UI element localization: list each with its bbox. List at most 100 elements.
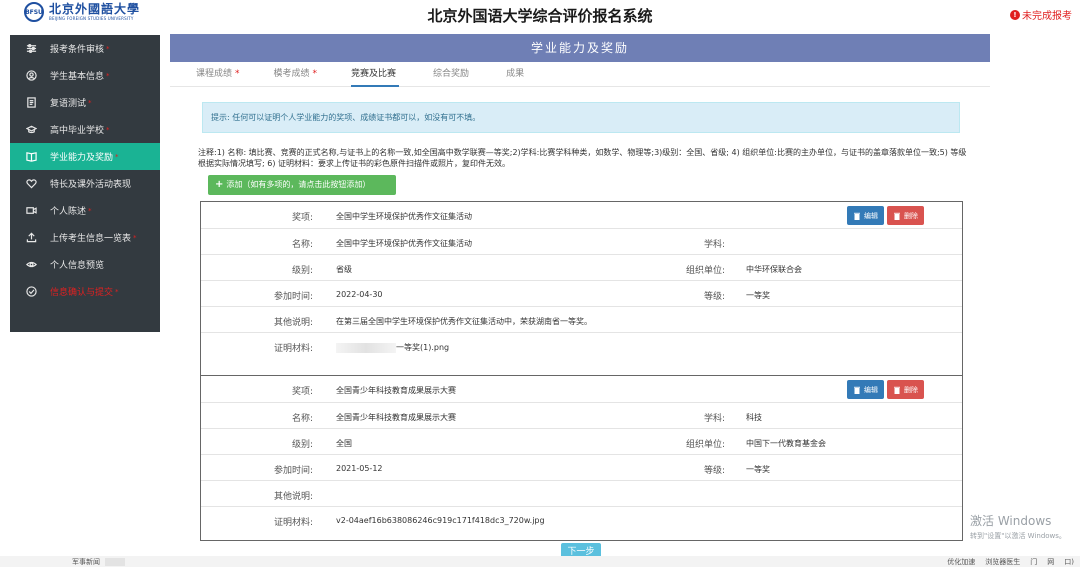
field-label: 名称: <box>291 240 313 250</box>
tab-course-grades[interactable]: 课程成绩 * <box>196 62 240 87</box>
book-icon <box>24 150 38 164</box>
tab-achievements[interactable]: 成果 <box>506 62 527 87</box>
name-value: 全国青少年科技教育成果展示大赛 <box>336 413 456 422</box>
record-row-name: 名称: 全国青少年科技教育成果展示大赛 学科: 科技 <box>201 402 962 428</box>
award-record: 奖项: 全国青少年科技教育成果展示大赛 编辑 删除 名称: 全国青少年科技教育成… <box>200 375 963 541</box>
edit-button-label: 编辑 <box>864 211 878 220</box>
field-label: 等级: <box>703 466 725 476</box>
tab-label: 竞赛及比赛 <box>351 69 397 79</box>
level-value: 省级 <box>336 265 352 274</box>
award-record: 奖项: 全国中学生环境保护优秀作文征集活动 编辑 删除 名称: 全国中学生环境保… <box>200 201 963 403</box>
sidebar-item-activities[interactable]: 特长及课外活动表现 <box>10 170 160 197</box>
check-circle-icon <box>24 285 38 299</box>
field-label: 学科: <box>703 414 725 424</box>
page-header: BFSU 北京外國語大學 BEIJING FOREIGN STUDIES UNI… <box>0 0 1080 30</box>
required-mark: * <box>106 125 110 134</box>
add-record-button[interactable]: + 添加（如有多项的，请点击此按钮添加） <box>208 175 396 195</box>
edit-button[interactable]: 编辑 <box>847 380 884 399</box>
delete-button-label: 删除 <box>904 211 918 220</box>
time-value: 2021-05-12 <box>336 464 383 473</box>
tab-awards[interactable]: 综合奖励 <box>433 62 472 87</box>
record-row-other: 其他说明: 在第三届全国中学生环境保护优秀作文征集活动中，荣获湖南省一等奖。 <box>201 306 962 332</box>
trash-icon <box>854 212 860 220</box>
field-label: 组织单位: <box>685 440 725 450</box>
windows-activation-watermark: 激活 Windows 转到"设置"以激活 Windows。 <box>970 512 1066 541</box>
sidebar-item-label: 上传考生信息一览表 <box>50 234 132 244</box>
delete-button-label: 删除 <box>904 385 918 394</box>
award-value: 全国中学生环境保护优秀作文征集活动 <box>336 212 472 221</box>
delete-button[interactable]: 删除 <box>887 380 924 399</box>
logo-chinese-name: 北京外國語大學 <box>49 2 141 16</box>
grade-value: 一等奖 <box>746 465 770 474</box>
eye-icon <box>24 258 38 272</box>
record-row-time: 参加时间: 2022-04-30 等级: 一等奖 <box>201 280 962 306</box>
field-label: 级别: <box>291 440 313 450</box>
level-value: 全国 <box>336 439 352 448</box>
delete-button[interactable]: 删除 <box>887 206 924 225</box>
video-icon <box>24 204 38 218</box>
sidebar-item-personal-statement[interactable]: 个人陈述 * <box>10 197 160 224</box>
record-row-award: 奖项: 全国青少年科技教育成果展示大赛 编辑 删除 <box>201 376 962 402</box>
proof-file-link[interactable]: 一等奖(1).png <box>336 342 449 353</box>
record-row-level: 级别: 全国 组织单位: 中国下一代教育基金会 <box>201 428 962 454</box>
required-mark: * <box>312 69 318 79</box>
heart-icon <box>24 177 38 191</box>
sidebar-item-label: 复语测试 <box>50 99 87 109</box>
trash-icon <box>894 212 900 220</box>
trash-icon <box>854 386 860 394</box>
sidebar-item-language-test[interactable]: 复语测试 * <box>10 89 160 116</box>
news-tag <box>105 558 125 566</box>
tab-competitions[interactable]: 竞赛及比赛 <box>351 62 400 87</box>
graduation-cap-icon <box>24 123 38 137</box>
sidebar-item-submit[interactable]: 信息确认与提交 * <box>10 278 160 305</box>
field-label: 证明材料: <box>273 344 313 354</box>
tab-mock-exam[interactable]: 模考成绩 * <box>274 62 318 87</box>
field-label: 其他说明: <box>273 492 313 502</box>
other-value: 在第三届全国中学生环境保护优秀作文征集活动中，荣获湖南省一等奖。 <box>336 317 592 326</box>
tray-item[interactable]: 门 <box>1030 557 1037 567</box>
sidebar-item-label: 个人信息预览 <box>50 261 105 271</box>
required-mark: * <box>115 287 119 296</box>
news-ticker-label: 军事新闻 <box>72 558 100 566</box>
tab-label: 模考成绩 <box>273 69 310 79</box>
record-row-proof: 证明材料: v2-04aef16b638086246c919c171f418dc… <box>201 506 962 532</box>
alert-icon: ! <box>1010 9 1020 20</box>
university-seal-icon: BFSU <box>24 2 44 22</box>
optimize-button[interactable]: 优化加速 <box>947 557 975 567</box>
sidebar-item-basic-info[interactable]: 学生基本信息 * <box>10 62 160 89</box>
proof-filename: 一等奖(1).png <box>396 343 450 352</box>
browser-doctor-button[interactable]: 浏览器医生 <box>985 557 1020 567</box>
sidebar-item-label: 高中毕业学校 <box>50 126 105 136</box>
record-row-name: 名称: 全国中学生环境保护优秀作文征集活动 学科: <box>201 228 962 254</box>
field-label: 奖项: <box>291 213 313 223</box>
sidebar-nav: 报考条件审核 * 学生基本信息 * 复语测试 * 高中毕业学校 * 学业能力及奖励 * 特… <box>10 35 160 332</box>
sidebar-item-high-school[interactable]: 高中毕业学校 * <box>10 116 160 143</box>
watermark-subtitle: 转到"设置"以激活 Windows。 <box>970 532 1066 540</box>
main-content: 学业能力及奖励 课程成绩 * 模考成绩 * 竞赛及比赛 综合奖励 成果 提示: 任何… <box>170 34 990 567</box>
news-ticker[interactable]: 军事新闻 <box>72 557 125 567</box>
sidebar-item-preview[interactable]: 个人信息预览 <box>10 251 160 278</box>
name-value: 全国中学生环境保护优秀作文征集活动 <box>336 239 472 248</box>
volume-icon[interactable]: 口) <box>1064 557 1074 567</box>
grade-value: 一等奖 <box>746 291 770 300</box>
field-label: 组织单位: <box>685 266 725 276</box>
registration-status[interactable]: ! 未完成报考 <box>1010 7 1072 22</box>
field-label: 奖项: <box>291 387 313 397</box>
tab-label: 成果 <box>506 69 525 79</box>
sidebar-item-eligibility[interactable]: 报考条件审核 * <box>10 35 160 62</box>
field-label: 证明材料: <box>273 518 313 528</box>
logo-text: 北京外國語大學 BEIJING FOREIGN STUDIES UNIVERSI… <box>49 2 141 22</box>
sidebar-item-upload-info[interactable]: 上传考生信息一览表 * <box>10 224 160 251</box>
sidebar-item-academic-awards[interactable]: 学业能力及奖励 * <box>10 143 160 170</box>
org-value: 中国下一代教育基金会 <box>746 439 826 448</box>
logo-english-name: BEIJING FOREIGN STUDIES UNIVERSITY <box>49 16 134 21</box>
sidebar-item-label: 学生基本信息 <box>50 72 105 82</box>
tray-item[interactable]: 网 <box>1047 557 1054 567</box>
record-row-other: 其他说明: <box>201 480 962 506</box>
edit-button[interactable]: 编辑 <box>847 206 884 225</box>
record-row-time: 参加时间: 2021-05-12 等级: 一等奖 <box>201 454 962 480</box>
subject-value: 科技 <box>746 413 762 422</box>
university-logo[interactable]: BFSU 北京外國語大學 BEIJING FOREIGN STUDIES UNI… <box>24 2 140 22</box>
award-value: 全国青少年科技教育成果展示大赛 <box>336 386 456 395</box>
proof-file-link[interactable]: v2-04aef16b638086246c919c171f418dc3_720w… <box>336 516 545 525</box>
